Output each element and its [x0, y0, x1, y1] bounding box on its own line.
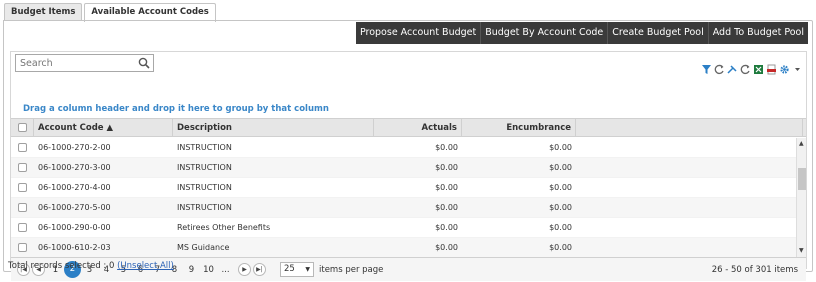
- page-size-value: 25: [284, 264, 295, 274]
- encumbrance-cell: $0.00: [549, 143, 572, 152]
- description-cell: Retirees Other Benefits: [177, 223, 271, 232]
- page-link-9[interactable]: 9: [183, 265, 200, 275]
- table-header: Account Code ▲ Description Actuals Encum…: [11, 118, 806, 137]
- page-size-label: items per page: [319, 264, 384, 275]
- description-cell: INSTRUCTION: [177, 183, 232, 192]
- page-link-10[interactable]: 10: [200, 265, 217, 275]
- total-selected-text: Total records selected : 0: [8, 261, 115, 271]
- column-header-account-code[interactable]: Account Code ▲: [34, 119, 173, 137]
- action-toolbar: Propose Account Budget Budget By Account…: [355, 22, 808, 44]
- unselect-all-link[interactable]: (Unselect All): [117, 261, 174, 271]
- search-box: [15, 54, 154, 72]
- encumbrance-cell: $0.00: [549, 243, 572, 252]
- filter-icon[interactable]: [701, 64, 712, 75]
- encumbrance-cell: $0.00: [549, 183, 572, 192]
- refresh-icon[interactable]: [740, 64, 751, 75]
- actuals-cell: $0.00: [435, 243, 458, 252]
- select-all-header[interactable]: [11, 119, 34, 137]
- description-cell: INSTRUCTION: [177, 163, 232, 172]
- chevron-down-icon[interactable]: [792, 64, 803, 75]
- tab-bar: Budget Items Available Account Codes: [4, 3, 218, 22]
- table-row[interactable]: 06-1000-270-5-00 INSTRUCTION $0.00 $0.00: [11, 198, 796, 218]
- add-to-budget-pool-button[interactable]: Add To Budget Pool: [707, 22, 808, 44]
- description-cell: INSTRUCTION: [177, 203, 232, 212]
- description-cell: INSTRUCTION: [177, 143, 232, 152]
- clear-filter-icon[interactable]: [714, 64, 725, 75]
- budget-by-account-code-button[interactable]: Budget By Account Code: [480, 22, 608, 44]
- encumbrance-cell: $0.00: [549, 203, 572, 212]
- columns-icon[interactable]: [727, 64, 738, 75]
- row-checkbox[interactable]: [18, 163, 27, 172]
- account-code-cell: 06-1000-270-5-00: [38, 203, 111, 212]
- encumbrance-cell: $0.00: [549, 163, 572, 172]
- account-code-grid: Drag a column header and drop it here to…: [10, 51, 807, 281]
- account-code-cell: 06-1000-290-0-00: [38, 223, 111, 232]
- table-body: 06-1000-270-2-00 INSTRUCTION $0.00 $0.00…: [11, 138, 796, 257]
- actuals-cell: $0.00: [435, 223, 458, 232]
- scroll-down-arrow-icon[interactable]: ▼: [799, 248, 804, 254]
- table-row[interactable]: 06-1000-270-4-00 INSTRUCTION $0.00 $0.00: [11, 178, 796, 198]
- table-row[interactable]: 06-1000-270-2-00 INSTRUCTION $0.00 $0.00: [11, 138, 796, 158]
- encumbrance-cell: $0.00: [549, 223, 572, 232]
- account-code-cell: 06-1000-270-4-00: [38, 183, 111, 192]
- column-header-blank: [576, 119, 803, 137]
- row-checkbox[interactable]: [18, 223, 27, 232]
- actuals-cell: $0.00: [435, 183, 458, 192]
- column-header-description[interactable]: Description: [173, 119, 374, 137]
- column-header-encumbrance[interactable]: Encumbrance: [462, 119, 576, 137]
- actuals-cell: $0.00: [435, 163, 458, 172]
- account-code-cell: 06-1000-270-3-00: [38, 163, 111, 172]
- pager-range-info: 26 - 50 of 301 items: [711, 265, 798, 275]
- chevron-down-icon: ▼: [305, 266, 310, 273]
- gear-icon[interactable]: [779, 64, 790, 75]
- excel-icon[interactable]: [753, 64, 764, 75]
- group-drop-hint[interactable]: Drag a column header and drop it here to…: [23, 104, 329, 114]
- table-row[interactable]: 06-1000-610-2-03 MS Guidance $0.00 $0.00: [11, 238, 796, 257]
- tab-budget-items[interactable]: Budget Items: [4, 3, 83, 21]
- pdf-icon[interactable]: [766, 64, 777, 75]
- description-cell: MS Guidance: [177, 243, 230, 252]
- create-budget-pool-button[interactable]: Create Budget Pool: [607, 22, 708, 44]
- search-input[interactable]: [16, 55, 131, 71]
- vertical-scrollbar[interactable]: ▲ ▼: [796, 138, 806, 257]
- grid-toolbar: [701, 64, 803, 75]
- account-code-cell: 06-1000-270-2-00: [38, 143, 111, 152]
- table-row[interactable]: 06-1000-290-0-00 Retirees Other Benefits…: [11, 218, 796, 238]
- actuals-cell: $0.00: [435, 143, 458, 152]
- row-checkbox[interactable]: [18, 183, 27, 192]
- scroll-up-arrow-icon[interactable]: ▲: [799, 141, 804, 147]
- selection-footer: Total records selected : 0 (Unselect All…: [8, 261, 174, 271]
- next-page-icon[interactable]: ▶: [238, 263, 251, 276]
- select-all-checkbox[interactable]: [18, 123, 27, 132]
- actuals-cell: $0.00: [435, 203, 458, 212]
- page-link-more[interactable]: ...: [217, 265, 234, 275]
- account-code-cell: 06-1000-610-2-03: [38, 243, 111, 252]
- row-checkbox[interactable]: [18, 243, 27, 252]
- search-icon[interactable]: [138, 57, 150, 69]
- table-row[interactable]: 06-1000-270-3-00 INSTRUCTION $0.00 $0.00: [11, 158, 796, 178]
- tab-panel: Propose Account Budget Budget By Account…: [3, 20, 813, 281]
- last-page-icon[interactable]: ▶|: [253, 263, 266, 276]
- scroll-thumb[interactable]: [798, 168, 806, 190]
- row-checkbox[interactable]: [18, 203, 27, 212]
- column-header-actuals[interactable]: Actuals: [374, 119, 462, 137]
- propose-account-budget-button[interactable]: Propose Account Budget: [355, 22, 481, 44]
- row-checkbox[interactable]: [18, 143, 27, 152]
